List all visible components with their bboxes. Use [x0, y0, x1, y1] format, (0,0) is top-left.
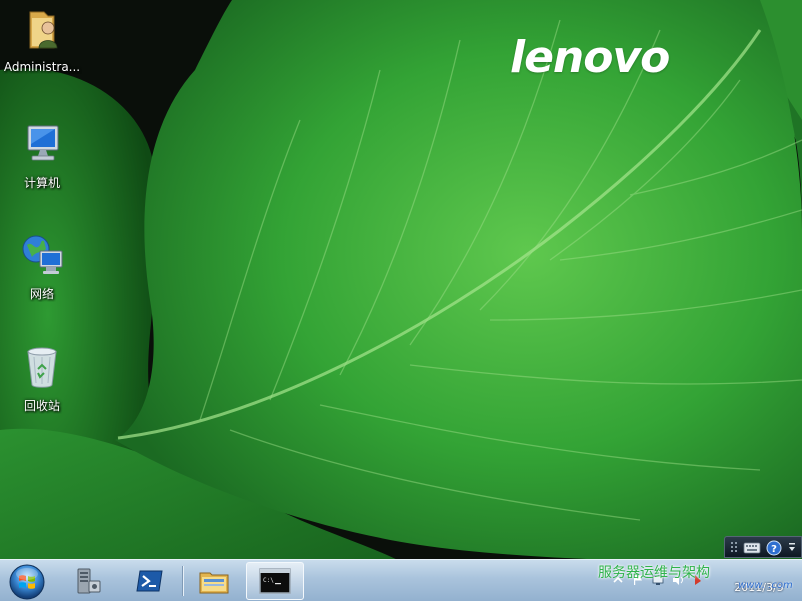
taskbar-powershell[interactable]: [124, 562, 176, 600]
desktop-icon-network[interactable]: 网络: [2, 231, 82, 302]
svg-text:C:\: C:\: [263, 577, 274, 584]
wallpaper: [0, 0, 802, 601]
user-folder-icon: [29, 11, 58, 49]
svg-text:?: ?: [771, 544, 777, 555]
desktop-icon-recycle-bin[interactable]: 回收站: [2, 343, 82, 414]
help-icon[interactable]: ?: [766, 540, 782, 556]
network-icon: [22, 235, 63, 274]
keyboard-icon[interactable]: [743, 541, 761, 555]
windows-explorer-icon: [199, 572, 229, 594]
server-manager-icon: [77, 568, 101, 594]
computer-icon: [27, 125, 59, 161]
powershell-icon: [136, 570, 163, 592]
command-prompt-icon: C:\: [259, 568, 291, 594]
lenovo-logo: lenovo: [510, 32, 670, 83]
desktop[interactable]: lenovo Administra... 计算机 网络 回收站 ? C:\ 20…: [0, 0, 802, 601]
watermark-url: www. .com: [738, 580, 793, 591]
recycle-bin-icon: [27, 347, 57, 388]
taskbar-command-prompt[interactable]: C:\: [246, 562, 304, 600]
language-bar-grip-icon[interactable]: [730, 541, 740, 555]
desktop-icon-label: 计算机: [23, 176, 60, 190]
taskbar-separator: [182, 566, 183, 596]
taskbar-windows-explorer[interactable]: [188, 562, 240, 600]
desktop-icon-administrator[interactable]: Administra...: [2, 6, 82, 74]
desktop-icon-computer[interactable]: 计算机: [2, 120, 82, 191]
start-button[interactable]: [8, 563, 46, 601]
options-arrow-icon[interactable]: [787, 542, 797, 554]
language-bar[interactable]: ?: [724, 536, 802, 558]
desktop-icon-label: Administra...: [3, 60, 81, 74]
desktop-icon-label: 回收站: [23, 399, 60, 413]
watermark-text: 服务器运维与架构: [598, 565, 710, 581]
desktop-icon-label: 网络: [29, 287, 54, 301]
clock-time: [718, 562, 800, 579]
taskbar-server-manager[interactable]: [62, 562, 114, 600]
